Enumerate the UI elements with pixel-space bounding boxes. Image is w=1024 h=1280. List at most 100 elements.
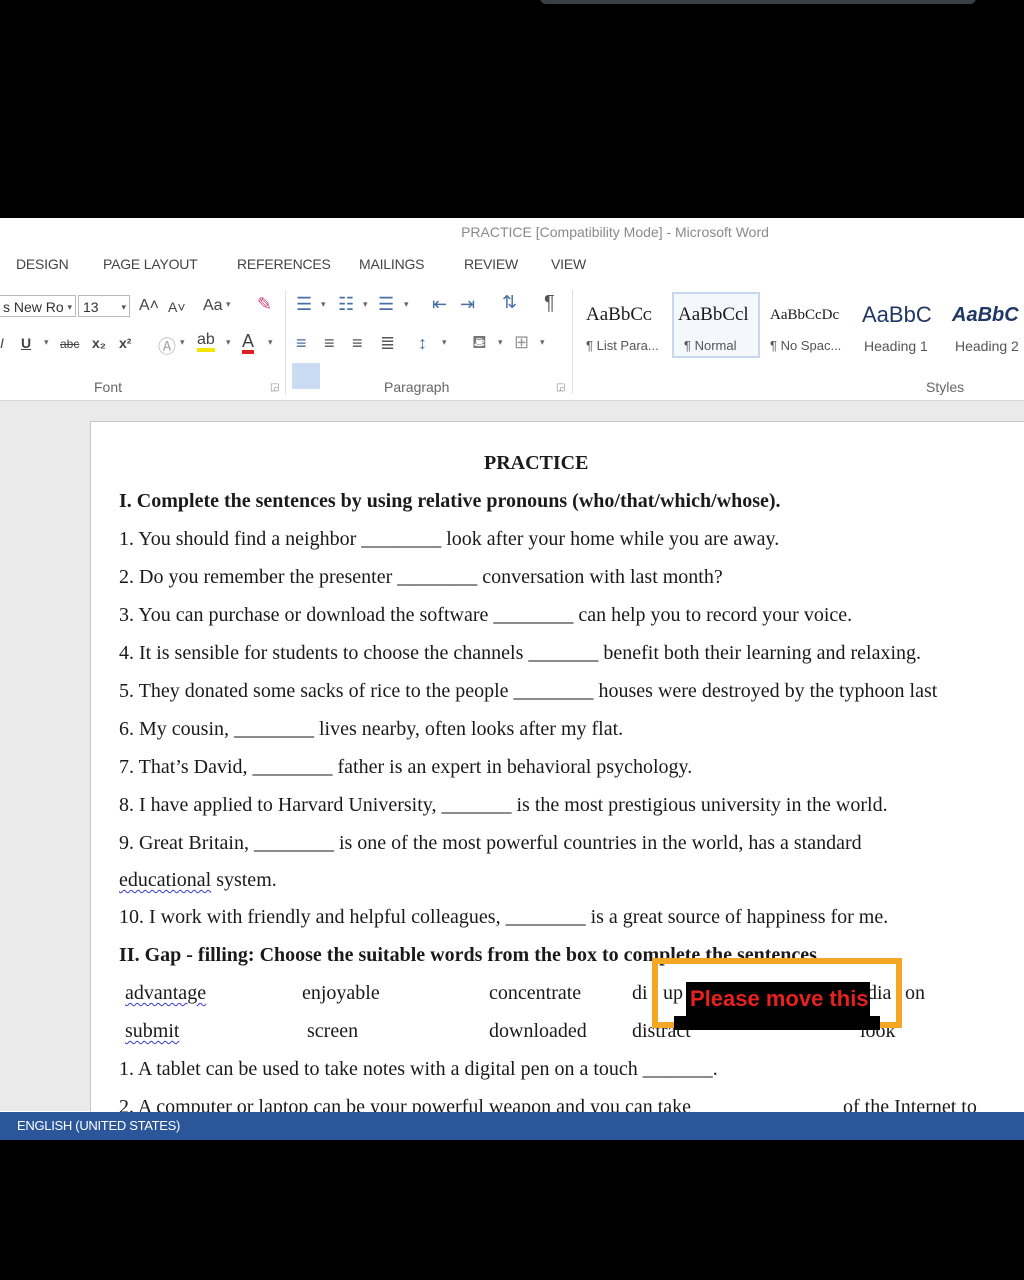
overlay-redaction-bar bbox=[674, 1016, 880, 1030]
sentence-line: 7. That’s David, ________ father is an e… bbox=[119, 756, 693, 778]
chevron-down-icon: ▾ bbox=[498, 337, 503, 347]
sentence-line: 2. Do you remember the presenter _______… bbox=[119, 566, 723, 588]
sentence-line: 9. Great Britain, ________ is one of the… bbox=[119, 832, 862, 854]
chevron-down-icon: ▾ bbox=[226, 299, 231, 309]
sentence-line: 3. You can purchase or download the soft… bbox=[119, 604, 853, 626]
word-box-item: di bbox=[632, 982, 648, 1004]
status-bar: ENGLISH (UNITED STATES) bbox=[0, 1112, 1024, 1140]
style-name: ¶ No Spac... bbox=[770, 338, 842, 353]
superscript-button[interactable]: x² bbox=[119, 335, 131, 351]
align-left-icon[interactable]: ≡ bbox=[296, 333, 307, 354]
chevron-down-icon: ▾ bbox=[404, 299, 409, 309]
chevron-down-icon: ▾ bbox=[268, 337, 273, 347]
tab-references[interactable]: REFERENCES bbox=[237, 256, 331, 272]
font-color-button[interactable]: A bbox=[242, 332, 255, 354]
show-formatting-marks-button[interactable]: ¶ bbox=[544, 292, 555, 315]
font-name-dropdown[interactable]: s New Ro ▾ bbox=[0, 295, 76, 317]
group-font-label: Font bbox=[94, 379, 123, 395]
borders-icon[interactable]: ⊞ bbox=[514, 332, 529, 353]
window-title: PRACTICE [Compatibility Mode] - Microsof… bbox=[461, 224, 769, 240]
chevron-down-icon: ▾ bbox=[321, 299, 326, 309]
device-top-pill bbox=[540, 0, 976, 4]
group-separator bbox=[285, 290, 286, 394]
align-center-icon[interactable]: ≡ bbox=[324, 333, 335, 354]
sentence-line: 4. It is sensible for students to choose… bbox=[119, 642, 922, 664]
word-box-item: enjoyable bbox=[302, 982, 380, 1004]
tab-mailings[interactable]: MAILINGS bbox=[359, 256, 425, 272]
word-box-item: downloaded bbox=[489, 1020, 587, 1042]
tab-view[interactable]: VIEW bbox=[551, 256, 586, 272]
sentence-line: 5. They donated some sacks of rice to th… bbox=[119, 680, 938, 702]
style-name: ¶ Normal bbox=[684, 338, 737, 353]
continued-text: system. bbox=[211, 869, 277, 891]
tab-design[interactable]: DESIGN bbox=[16, 256, 69, 272]
underline-button[interactable]: U bbox=[21, 335, 31, 351]
line-spacing-icon[interactable]: ↕ bbox=[418, 333, 427, 354]
justify-icon[interactable]: ≣ bbox=[380, 333, 395, 354]
font-dialog-launcher-icon[interactable]: ◲ bbox=[270, 382, 279, 393]
font-size-dropdown[interactable]: 13 ▾ bbox=[78, 295, 130, 317]
style-no-spacing[interactable]: AaBbCcDc ¶ No Spac... bbox=[764, 292, 852, 358]
spellcheck-word: educational bbox=[119, 869, 212, 891]
sentence-line: 8. I have applied to Harvard University,… bbox=[119, 794, 888, 816]
chevron-down-icon: ▾ bbox=[226, 337, 231, 347]
word-box-item: advantage bbox=[125, 982, 207, 1004]
sort-icon[interactable]: ⇅ bbox=[502, 292, 517, 313]
style-name: Heading 2 bbox=[955, 338, 1019, 354]
style-heading-1[interactable]: AaBbC Heading 1 bbox=[856, 292, 944, 358]
group-paragraph-label: Paragraph bbox=[384, 379, 450, 395]
sentence-line: 1. A tablet can be used to take notes wi… bbox=[119, 1058, 718, 1080]
font-name-value: s New Ro bbox=[3, 299, 64, 315]
tab-review[interactable]: REVIEW bbox=[464, 256, 518, 272]
tab-page-layout[interactable]: PAGE LAYOUT bbox=[103, 256, 198, 272]
italic-button[interactable]: I bbox=[0, 335, 4, 351]
align-right-icon[interactable]: ≡ bbox=[352, 333, 363, 354]
strikethrough-button[interactable]: abc bbox=[60, 337, 79, 351]
paragraph-dialog-launcher-icon[interactable]: ◲ bbox=[556, 382, 565, 393]
align-left-active-bg bbox=[292, 363, 320, 389]
style-sample: AaBbC bbox=[952, 304, 1019, 326]
bullets-icon[interactable]: ☰ bbox=[296, 294, 312, 315]
word-box-item: screen bbox=[307, 1020, 359, 1042]
ribbon-tabs: DESIGN PAGE LAYOUT REFERENCES MAILINGS R… bbox=[0, 254, 1024, 280]
doc-title: PRACTICE bbox=[484, 452, 589, 474]
style-sample: AaBbCᴄ bbox=[586, 304, 653, 325]
chevron-down-icon: ▾ bbox=[363, 299, 368, 309]
clear-formatting-icon[interactable]: ✎ bbox=[257, 294, 272, 315]
sentence-line: 10. I work with friendly and helpful col… bbox=[119, 906, 889, 928]
style-name: ¶ List Para... bbox=[586, 338, 659, 353]
word-box-item: submit bbox=[125, 1020, 180, 1042]
multilevel-list-icon[interactable]: ☰ bbox=[378, 294, 394, 315]
language-status[interactable]: ENGLISH (UNITED STATES) bbox=[17, 1118, 180, 1133]
shading-icon[interactable]: ⛾ bbox=[472, 332, 487, 356]
sentence-line: 1. You should find a neighbor ________ l… bbox=[119, 528, 780, 550]
highlight-icon[interactable]: ab bbox=[197, 332, 215, 352]
word-box-item: concentrate bbox=[489, 982, 582, 1004]
decrease-indent-icon[interactable]: ⇤ bbox=[432, 294, 447, 315]
section1-heading: I. Complete the sentences by using relat… bbox=[119, 490, 781, 512]
numbering-icon[interactable]: ☷ bbox=[338, 294, 354, 315]
chevron-down-icon: ▾ bbox=[540, 337, 545, 347]
style-sample: AaBbCcDc bbox=[770, 307, 840, 323]
font-size-value: 13 bbox=[83, 299, 99, 315]
group-separator bbox=[572, 290, 573, 394]
chevron-down-icon: ▾ bbox=[44, 337, 49, 347]
style-heading-2[interactable]: AaBbC Heading 2 bbox=[946, 292, 1024, 358]
style-sample: AaBbCcl bbox=[678, 304, 749, 325]
overlay-message[interactable]: Please move this bbox=[690, 986, 869, 1012]
style-list-paragraph[interactable]: AaBbCᴄ ¶ List Para... bbox=[580, 292, 668, 358]
change-case-button[interactable]: Aa bbox=[203, 297, 223, 315]
grow-font-button[interactable]: A˄ bbox=[139, 297, 159, 315]
document-page[interactable]: PRACTICE I. Complete the sentences by us… bbox=[90, 421, 1024, 1140]
chevron-down-icon: ▾ bbox=[180, 337, 185, 347]
sentence-line-continued: educational system. bbox=[119, 869, 277, 892]
chevron-down-icon: ▾ bbox=[442, 337, 447, 347]
style-normal[interactable]: AaBbCcl ¶ Normal bbox=[672, 292, 760, 358]
increase-indent-icon[interactable]: ⇥ bbox=[460, 294, 475, 315]
style-sample: AaBbC bbox=[862, 302, 932, 327]
text-effects-icon[interactable]: Ⓐ bbox=[158, 333, 176, 359]
style-name: Heading 1 bbox=[864, 338, 928, 354]
shrink-font-button[interactable]: A˅ bbox=[168, 299, 186, 315]
subscript-button[interactable]: x₂ bbox=[92, 335, 106, 351]
ribbon: s New Ro ▾ 13 ▾ A˄ A˅ Aa ▾ ✎ I U ▾ abc x… bbox=[0, 282, 1024, 401]
